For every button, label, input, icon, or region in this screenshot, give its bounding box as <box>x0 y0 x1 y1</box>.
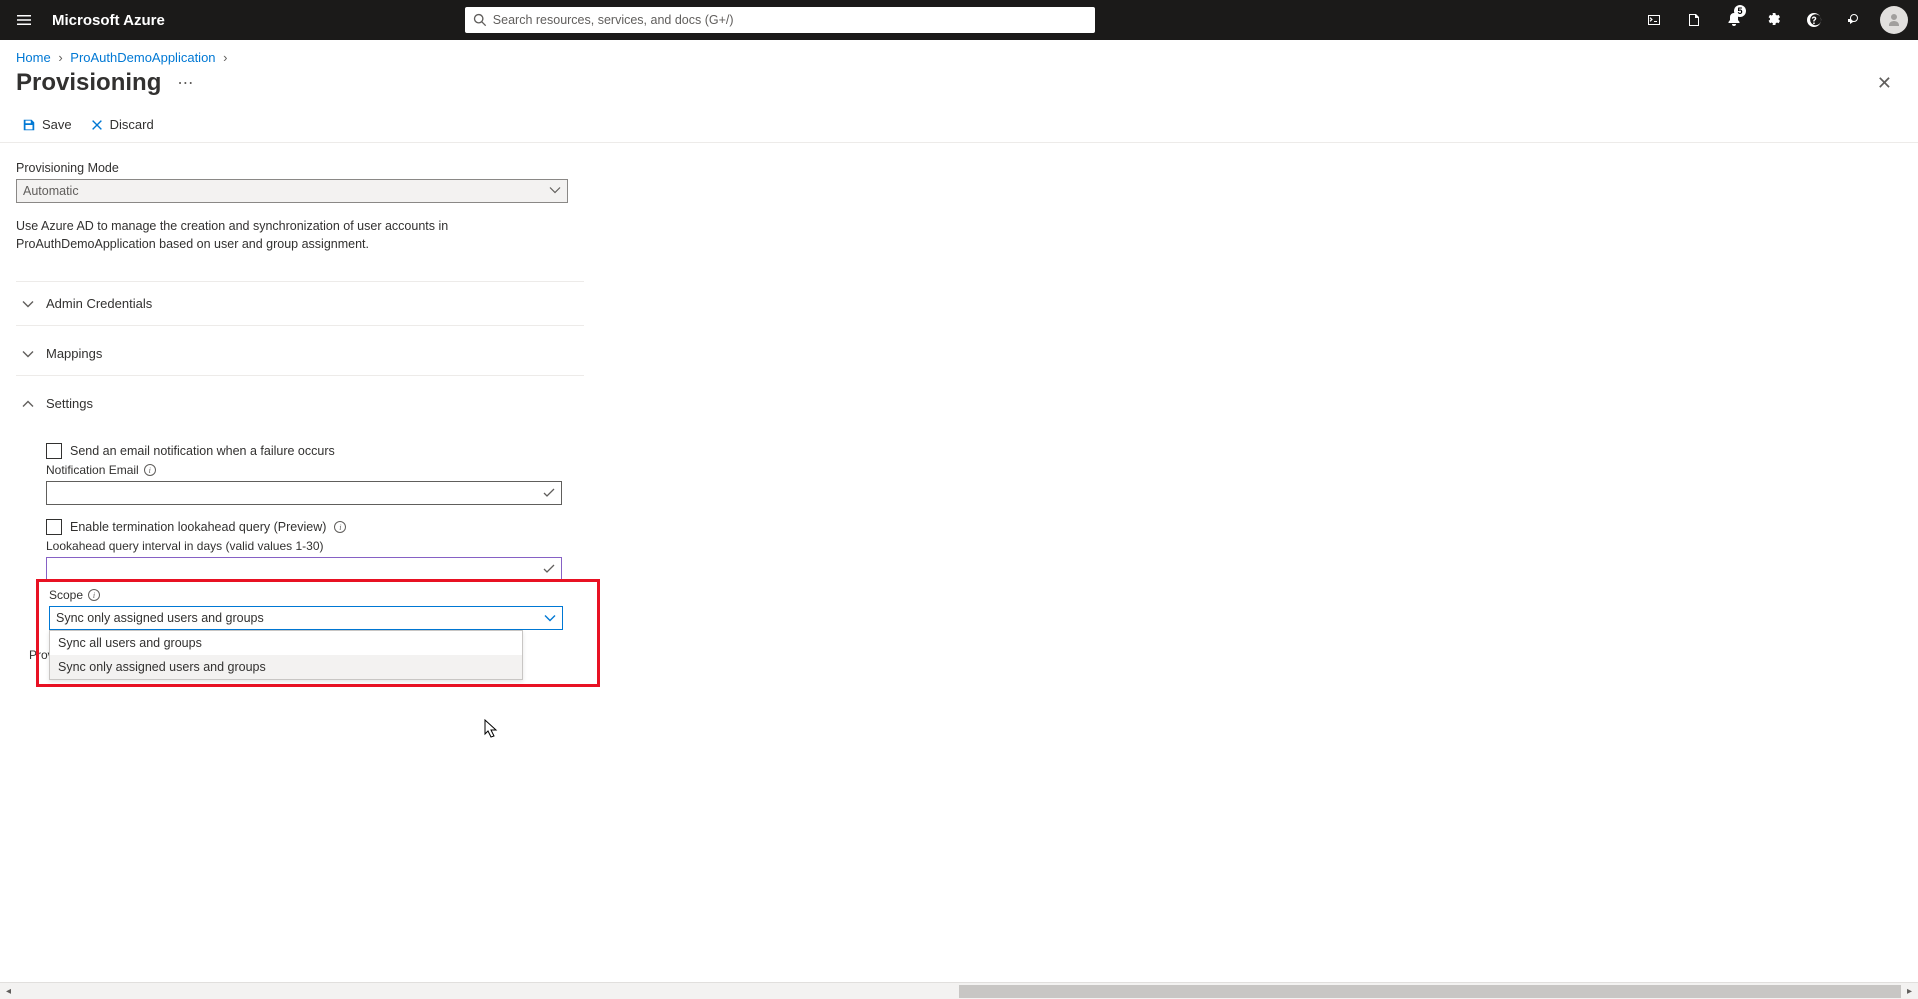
cloud-shell-button[interactable] <box>1634 0 1674 40</box>
email-notification-checkbox[interactable] <box>46 443 62 459</box>
notification-email-label: Notification Email <box>46 463 139 477</box>
scope-option-assigned[interactable]: Sync only assigned users and groups <box>50 655 522 679</box>
notifications-button[interactable]: 5 <box>1714 0 1754 40</box>
feedback-button[interactable] <box>1834 0 1874 40</box>
accordion-settings-label: Settings <box>46 396 93 411</box>
search-icon <box>473 13 487 27</box>
page-header: Provisioning ⋯ ✕ <box>0 69 1918 103</box>
global-search-input[interactable]: Search resources, services, and docs (G+… <box>465 7 1095 33</box>
mode-description: Use Azure AD to manage the creation and … <box>16 217 568 253</box>
notification-email-input[interactable] <box>46 481 562 505</box>
cursor-icon <box>482 719 500 744</box>
provisioning-mode-label: Provisioning Mode <box>16 161 584 175</box>
chevron-right-icon: › <box>223 50 227 65</box>
chevron-down-icon <box>549 184 561 196</box>
gear-icon <box>1766 12 1782 28</box>
provisioning-mode-value: Automatic <box>23 184 79 198</box>
chevron-down-icon <box>22 298 34 310</box>
hamburger-icon <box>16 12 32 28</box>
help-icon <box>1806 12 1822 28</box>
accordion-mappings[interactable]: Mappings <box>16 332 584 376</box>
chevron-down-icon <box>544 612 556 624</box>
brand-label: Microsoft Azure <box>48 12 165 29</box>
account-avatar[interactable] <box>1880 6 1908 34</box>
hamburger-menu-button[interactable] <box>0 0 48 40</box>
feedback-icon <box>1846 12 1862 28</box>
scope-option-all[interactable]: Sync all users and groups <box>50 631 522 655</box>
scope-label: Scope <box>49 588 83 602</box>
horizontal-scrollbar[interactable]: ◂ ▸ <box>0 982 1918 999</box>
content-area: Provisioning Mode Automatic Use Azure AD… <box>0 143 600 727</box>
breadcrumb: Home › ProAuthDemoApplication › <box>0 40 1918 69</box>
directories-icon <box>1686 12 1702 28</box>
more-actions-button[interactable]: ⋯ <box>177 73 193 93</box>
user-icon <box>1886 12 1902 28</box>
top-icons-group: 5 <box>1634 0 1918 40</box>
accordion-admin-credentials[interactable]: Admin Credentials <box>16 281 584 326</box>
scroll-track[interactable] <box>17 983 1901 999</box>
topbar: Microsoft Azure Search resources, servic… <box>0 0 1918 40</box>
check-icon <box>543 487 555 499</box>
chevron-down-icon <box>22 348 34 360</box>
info-icon[interactable]: i <box>334 521 346 533</box>
scroll-left-button[interactable]: ◂ <box>0 983 17 999</box>
discard-label: Discard <box>110 117 154 132</box>
breadcrumb-home[interactable]: Home <box>16 50 51 65</box>
discard-button[interactable]: Discard <box>90 117 154 132</box>
lookahead-label: Enable termination lookahead query (Prev… <box>70 520 326 534</box>
highlight-annotation: Scope i Sync only assigned users and gro… <box>36 579 600 687</box>
notification-badge: 5 <box>1734 5 1746 17</box>
search-placeholder: Search resources, services, and docs (G+… <box>493 13 734 27</box>
save-button[interactable]: Save <box>22 117 72 132</box>
cloud-shell-icon <box>1646 12 1662 28</box>
info-icon[interactable]: i <box>88 589 100 601</box>
settings-section: Send an email notification when a failur… <box>16 425 584 687</box>
directories-button[interactable] <box>1674 0 1714 40</box>
accordion-admin-label: Admin Credentials <box>46 296 152 311</box>
check-icon <box>543 563 555 575</box>
accordion-settings[interactable]: Settings <box>16 382 584 425</box>
page-title: Provisioning <box>16 69 161 97</box>
scope-dropdown: Sync all users and groups Sync only assi… <box>49 630 523 680</box>
chevron-right-icon: › <box>58 50 62 65</box>
lookahead-interval-label: Lookahead query interval in days (valid … <box>46 539 324 553</box>
scope-select[interactable]: Sync only assigned users and groups <box>49 606 563 630</box>
scope-selected-value: Sync only assigned users and groups <box>56 611 264 625</box>
lookahead-checkbox[interactable] <box>46 519 62 535</box>
close-blade-button[interactable]: ✕ <box>1877 73 1892 94</box>
discard-icon <box>90 118 104 132</box>
breadcrumb-app[interactable]: ProAuthDemoApplication <box>70 50 215 65</box>
accordion-mappings-label: Mappings <box>46 346 102 361</box>
scroll-thumb[interactable] <box>959 985 1901 998</box>
save-icon <box>22 118 36 132</box>
save-label: Save <box>42 117 72 132</box>
provisioning-mode-select[interactable]: Automatic <box>16 179 568 203</box>
lookahead-interval-input[interactable] <box>46 557 562 581</box>
settings-button[interactable] <box>1754 0 1794 40</box>
email-notification-label: Send an email notification when a failur… <box>70 444 335 458</box>
chevron-up-icon <box>22 398 34 410</box>
command-bar: Save Discard <box>0 103 1918 143</box>
help-button[interactable] <box>1794 0 1834 40</box>
scroll-right-button[interactable]: ▸ <box>1901 983 1918 999</box>
info-icon[interactable]: i <box>144 464 156 476</box>
